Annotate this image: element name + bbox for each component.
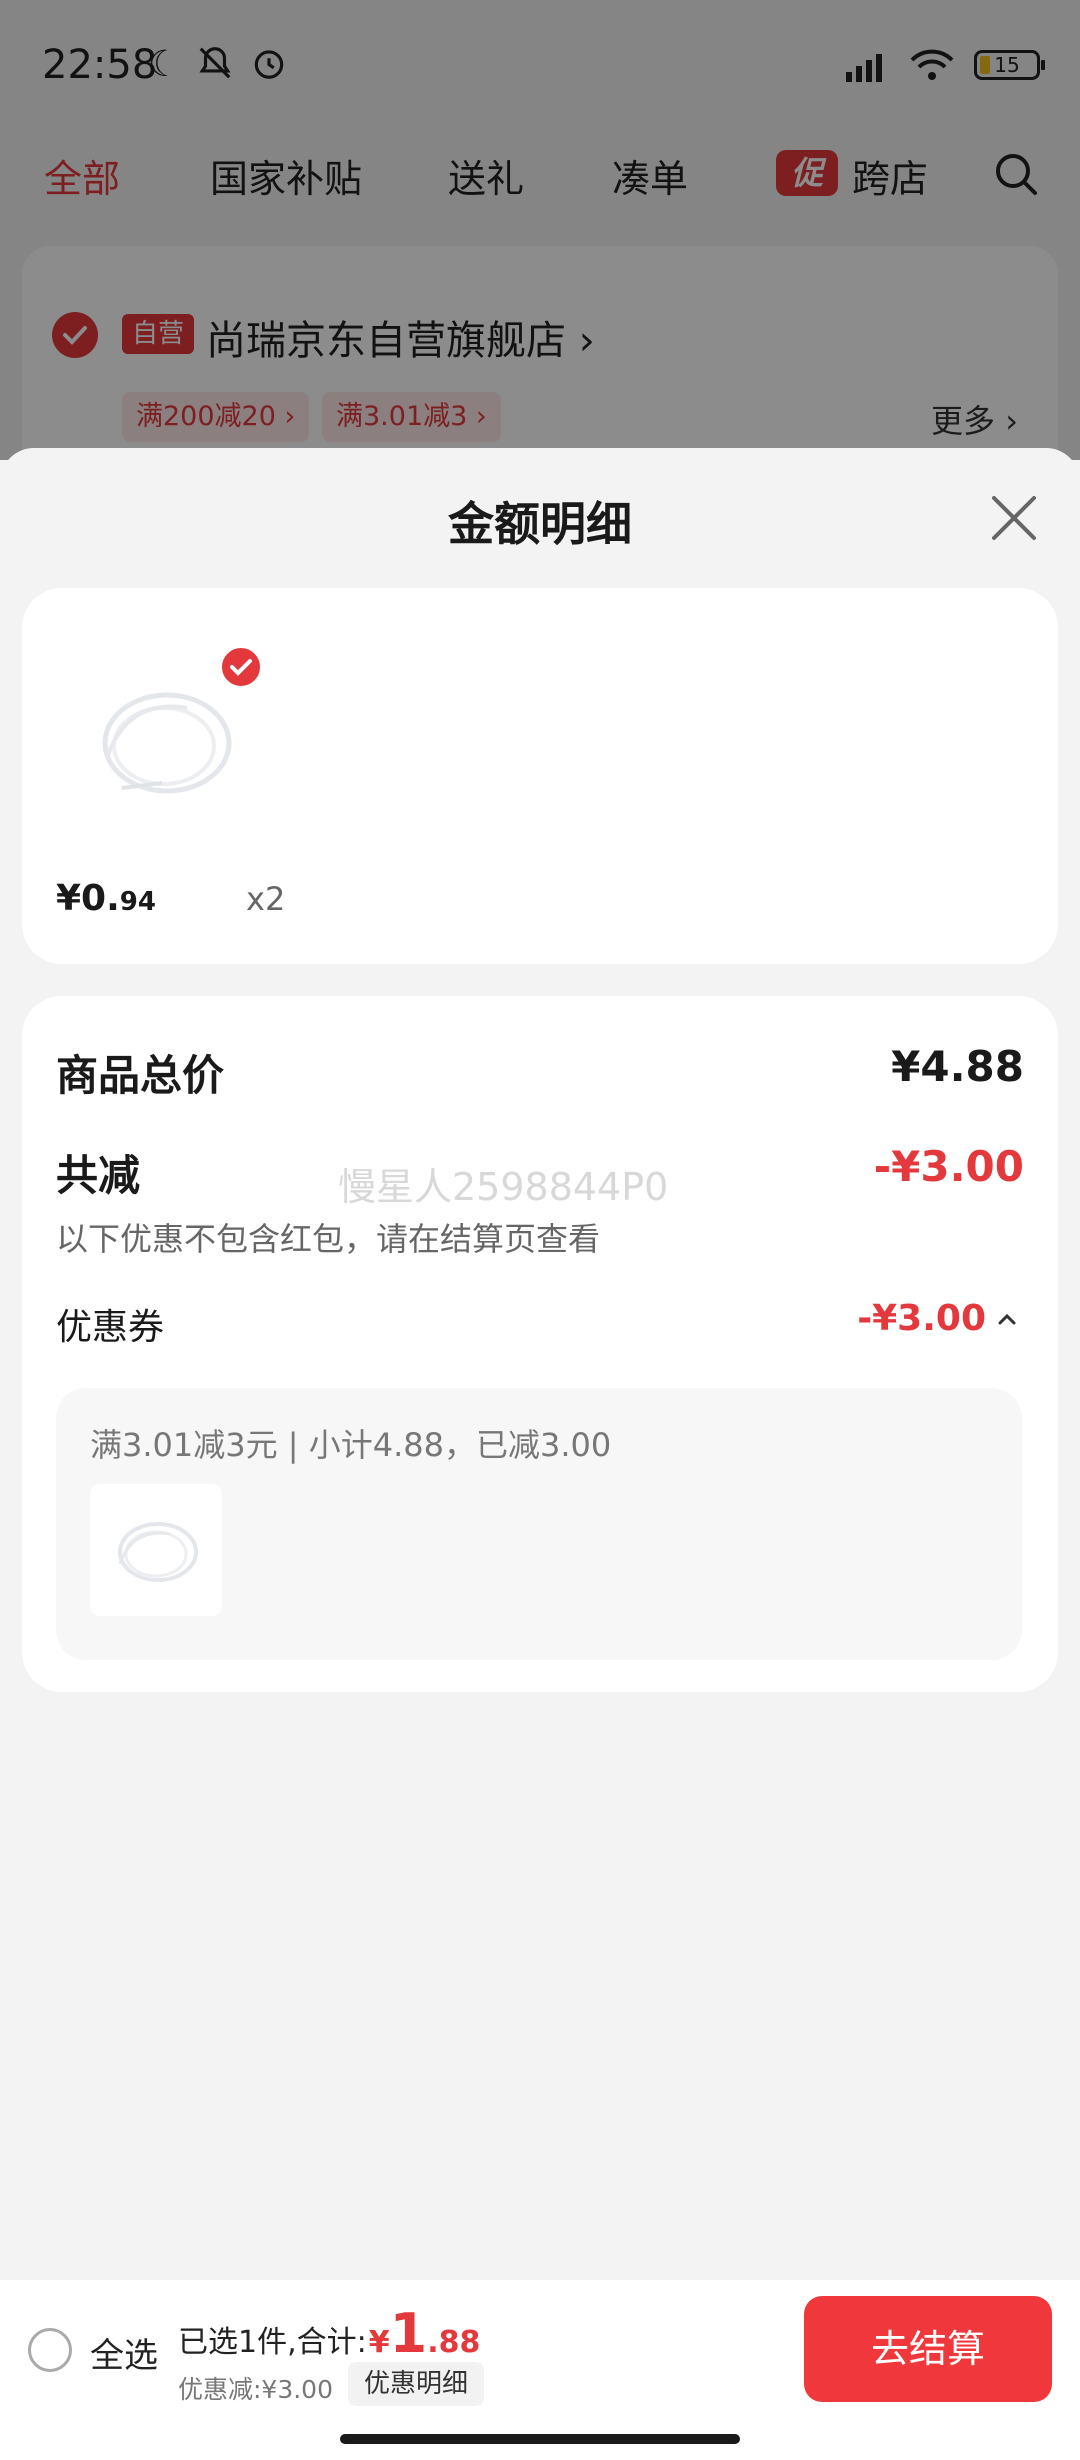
total-integer: 1 [389, 2302, 428, 2365]
coupon-product-image [90, 1484, 222, 1616]
price-summary-card: 商品总价 ¥4.88 共减 慢星人2598844P0 -¥3.00 以下优惠不包… [22, 996, 1058, 1692]
select-all-radio[interactable] [28, 2328, 72, 2372]
reduction-label: 共减 [56, 1151, 141, 1200]
coupon-value: -¥3.00 [857, 1298, 986, 1339]
total-currency: ¥ [368, 2325, 390, 2360]
total-decimal: .88 [427, 2325, 481, 2360]
product-price-main: ¥0. [56, 878, 120, 919]
selected-total: 已选1件,合计: ¥ 1 .88 [178, 2302, 480, 2365]
discount-detail-button[interactable]: 优惠明细 [348, 2362, 485, 2406]
discount-amount: 优惠减:¥3.00 [178, 2375, 333, 2404]
product-check-icon[interactable] [218, 644, 264, 690]
checkout-bar: 全选 已选1件,合计: ¥ 1 .88 优惠减:¥3.00 优惠明细 去结算 [0, 2280, 1080, 2418]
watermark: 慢星人2598844P0 [338, 1165, 669, 1209]
product-price: ¥0.94 [56, 878, 156, 919]
sheet-title: 金额明细 [448, 497, 632, 551]
total-price-value: ¥4.88 [891, 1042, 1024, 1091]
product-price-decimal: 94 [119, 887, 156, 917]
coupon-detail-box: 满3.01减3元 | 小计4.88，已减3.00 [56, 1388, 1022, 1660]
chevron-up-icon [998, 1313, 1016, 1324]
product-quantity: x2 [246, 880, 286, 918]
reduction-value: -¥3.00 [873, 1142, 1024, 1191]
coupon-label: 优惠券 [56, 1307, 165, 1348]
amount-detail-sheet: 金额明细 ¥0.94 x2 商品总价 ¥4.88 共减 慢星人2598844P0… [0, 448, 1080, 2280]
home-indicator[interactable] [340, 2434, 740, 2444]
total-price-label: 商品总价 [56, 1051, 225, 1100]
reduction-note: 以下优惠不包含红包，请在结算页查看 [56, 1220, 601, 1258]
coupon-description: 满3.01减3元 | 小计4.88，已减3.00 [90, 1426, 612, 1464]
product-card: ¥0.94 x2 [22, 588, 1058, 964]
dim-overlay[interactable] [0, 0, 1080, 460]
select-all-label[interactable]: 全选 [90, 2328, 158, 2377]
coupon-toggle[interactable]: -¥3.00 [857, 1298, 1018, 1339]
total-prefix: 已选1件,合计: [178, 2325, 367, 2360]
home-indicator-area [0, 2418, 1080, 2460]
close-icon[interactable] [984, 488, 1044, 548]
checkout-button[interactable]: 去结算 [804, 2296, 1052, 2402]
